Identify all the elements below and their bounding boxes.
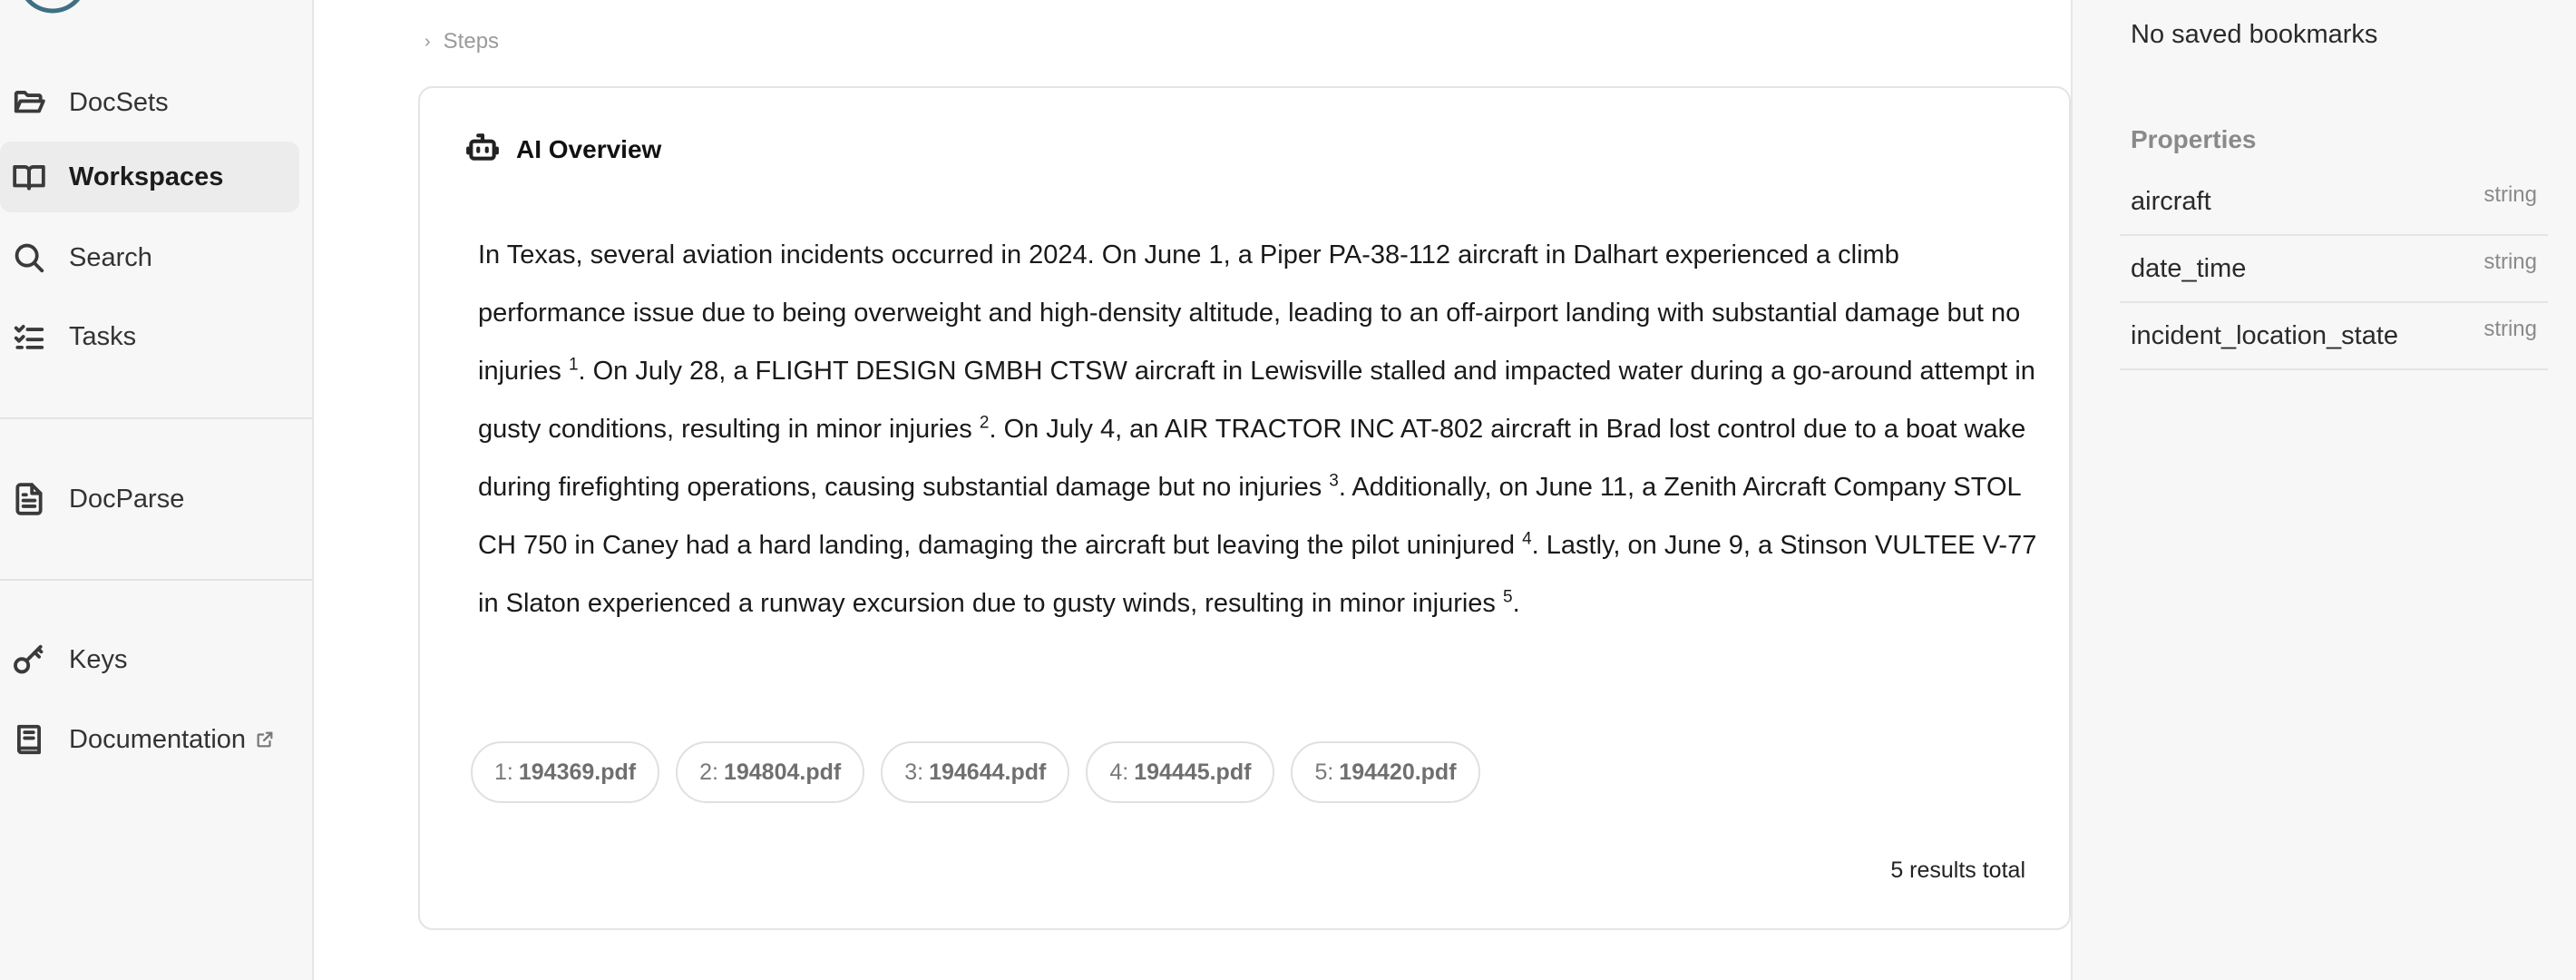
bookmarks-empty-text: No saved bookmarks xyxy=(2131,20,2378,49)
source-chip-filename: 194644.pdf xyxy=(929,759,1047,785)
sidebar-item-label: Documentation xyxy=(69,724,247,754)
source-chip-filename: 194420.pdf xyxy=(1339,759,1457,785)
source-chip[interactable]: 3: 194644.pdf xyxy=(881,741,1070,803)
search-icon xyxy=(11,240,47,276)
robot-icon xyxy=(465,130,500,169)
source-chip-number: 5: xyxy=(1314,759,1334,785)
external-link-icon xyxy=(255,730,275,750)
property-type: string xyxy=(2483,182,2537,207)
right-panel: No saved bookmarks Properties aircraft s… xyxy=(2071,0,2576,980)
property-name: date_time xyxy=(2131,253,2247,283)
sidebar-divider xyxy=(0,579,314,581)
property-row[interactable]: date_time string xyxy=(2120,236,2548,303)
sidebar-item-label: Workspaces xyxy=(69,162,224,191)
sidebar: DocSets Workspaces Search Tasks DocParse… xyxy=(0,0,314,980)
sidebar-item-documentation[interactable]: Documentation xyxy=(0,704,299,775)
sidebar-item-label: DocSets xyxy=(69,87,169,117)
source-chip[interactable]: 4: 194445.pdf xyxy=(1086,741,1275,803)
properties-heading: Properties xyxy=(2131,125,2257,153)
source-chip[interactable]: 1: 194369.pdf xyxy=(471,741,660,803)
citation-marker[interactable]: 4 xyxy=(1522,529,1532,548)
property-type: string xyxy=(2483,250,2537,274)
folder-open-icon xyxy=(11,84,47,121)
sidebar-item-workspaces[interactable]: Workspaces xyxy=(0,142,299,212)
ai-overview-summary: In Texas, several aviation incidents occ… xyxy=(478,226,2038,632)
source-chip-filename: 194445.pdf xyxy=(1134,759,1252,785)
property-name: aircraft xyxy=(2131,186,2211,216)
sidebar-item-label: Search xyxy=(69,242,152,272)
sidebar-item-label: DocParse xyxy=(69,484,185,514)
ai-overview-card: AI Overview In Texas, several aviation i… xyxy=(418,86,2071,930)
book-icon xyxy=(11,721,47,758)
breadcrumb-label: Steps xyxy=(443,29,500,54)
property-name: incident_location_state xyxy=(2131,320,2399,350)
breadcrumb[interactable]: › Steps xyxy=(424,29,499,54)
sidebar-item-docsets[interactable]: DocSets xyxy=(0,67,299,138)
ai-overview-header: AI Overview xyxy=(465,130,661,169)
sidebar-item-label: Keys xyxy=(69,644,128,674)
property-type: string xyxy=(2483,317,2537,341)
source-chip[interactable]: 5: 194420.pdf xyxy=(1291,741,1480,803)
citation-marker[interactable]: 1 xyxy=(569,355,579,374)
source-chip-filename: 194369.pdf xyxy=(518,759,637,785)
property-row[interactable]: incident_location_state string xyxy=(2120,303,2548,370)
citation-marker[interactable]: 5 xyxy=(1503,587,1513,606)
sidebar-item-docparse[interactable]: DocParse xyxy=(0,464,299,534)
app-logo xyxy=(24,0,81,14)
source-chip-filename: 194804.pdf xyxy=(723,759,842,785)
citation-marker[interactable]: 2 xyxy=(980,413,990,432)
chevron-right-icon: › xyxy=(424,31,431,52)
sidebar-item-keys[interactable]: Keys xyxy=(0,624,299,695)
document-icon xyxy=(11,481,47,517)
book-open-icon xyxy=(11,159,47,195)
ai-overview-title: AI Overview xyxy=(516,134,662,163)
source-chip-number: 2: xyxy=(699,759,718,785)
task-list-icon xyxy=(11,318,47,355)
source-chip-number: 1: xyxy=(494,759,513,785)
citation-marker[interactable]: 3 xyxy=(1329,471,1339,490)
sidebar-item-tasks[interactable]: Tasks xyxy=(0,301,299,372)
source-chip[interactable]: 2: 194804.pdf xyxy=(676,741,865,803)
results-total: 5 results total xyxy=(1890,858,2025,883)
source-chips: 1: 194369.pdf 2: 194804.pdf 3: 194644.pd… xyxy=(471,741,1480,803)
sidebar-item-label: Tasks xyxy=(69,321,137,351)
source-chip-number: 3: xyxy=(904,759,924,785)
property-row[interactable]: aircraft string xyxy=(2120,169,2548,236)
key-icon xyxy=(11,642,47,678)
summary-text: . xyxy=(1512,589,1520,618)
sidebar-divider xyxy=(0,417,314,419)
source-chip-number: 4: xyxy=(1109,759,1129,785)
sidebar-item-search[interactable]: Search xyxy=(0,222,299,293)
